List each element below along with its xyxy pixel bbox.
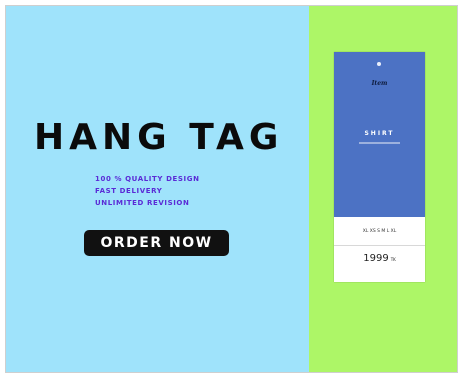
tag-currency: TK bbox=[390, 257, 396, 262]
tag-size-line: XL XS S M L XL bbox=[334, 219, 425, 246]
tag-hole-icon bbox=[377, 62, 381, 66]
tag-top-section: Item SHIRT bbox=[334, 52, 425, 217]
feature-item: FAST DELIVERY bbox=[95, 187, 163, 195]
headline: HANG TAG bbox=[34, 117, 284, 158]
order-now-button[interactable]: ORDER NOW bbox=[84, 230, 229, 256]
tag-brand-logo: Item bbox=[371, 80, 388, 87]
tag-product-name: SHIRT bbox=[364, 130, 395, 137]
hang-tag-mockup: Item SHIRT XL XS S M L XL 1999 TK bbox=[334, 52, 425, 282]
feature-item: 100 % QUALITY DESIGN bbox=[95, 175, 200, 183]
tag-divider bbox=[359, 142, 400, 144]
feature-item: UNLIMITED REVISION bbox=[95, 199, 190, 207]
tag-price-value: 1999 bbox=[363, 253, 389, 264]
tag-price: 1999 TK bbox=[334, 250, 425, 269]
feature-list: 100 % QUALITY DESIGN FAST DELIVERY UNLIM… bbox=[95, 173, 255, 209]
